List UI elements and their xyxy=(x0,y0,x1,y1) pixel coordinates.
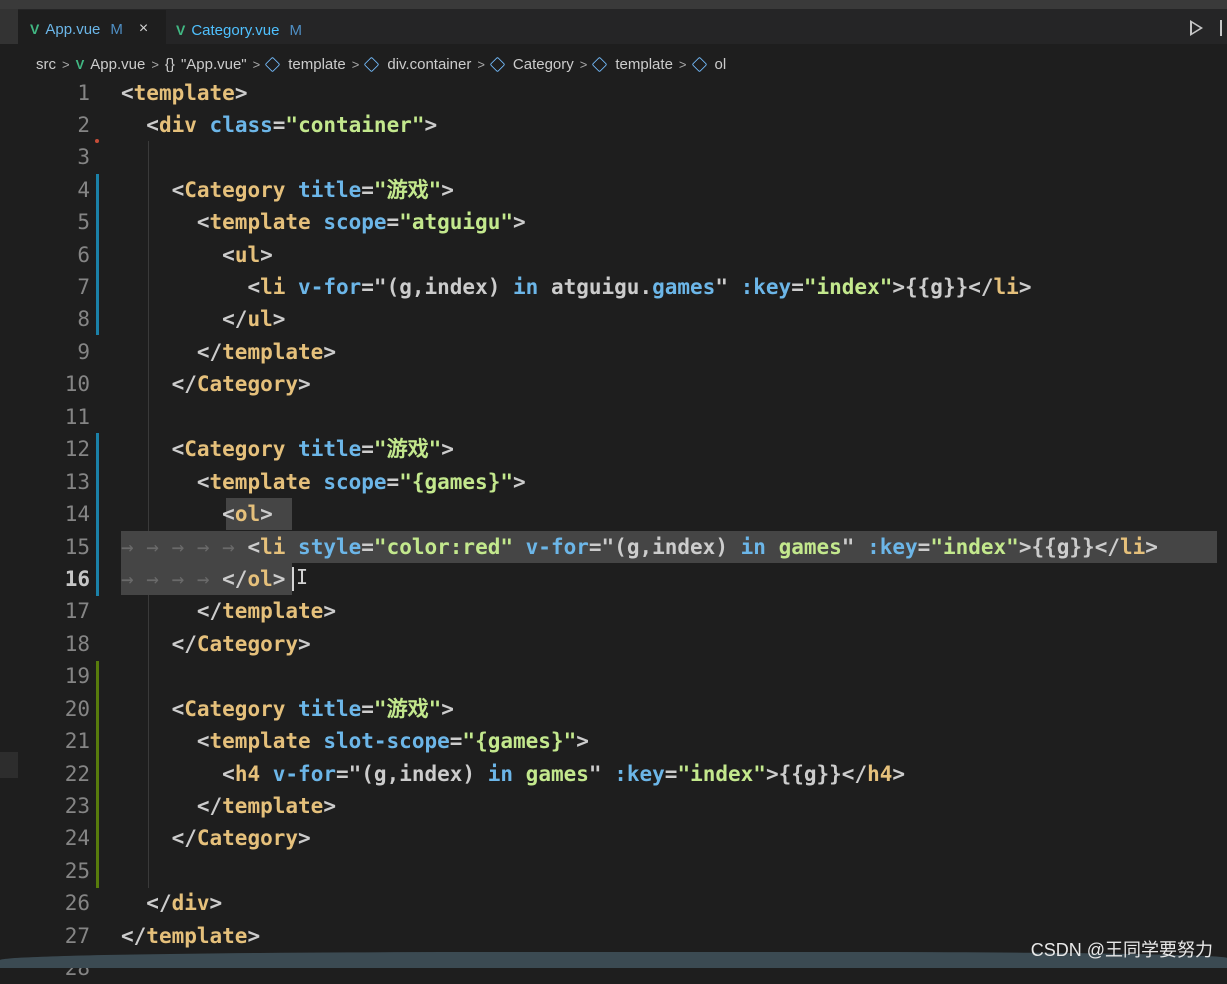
line-number: 20 xyxy=(64,697,90,721)
breadcrumb-item[interactable]: template xyxy=(615,56,673,73)
code-line: 9 </template> xyxy=(0,336,1227,368)
code-line: 21 <template slot-scope="{games}"> xyxy=(0,725,1227,757)
ibeam-cursor-icon: I xyxy=(296,565,309,589)
line-number: 11 xyxy=(64,405,90,429)
chevron-right-icon: > xyxy=(62,56,70,72)
element-icon xyxy=(264,56,281,72)
code-line: 12 <Category title="游戏"> xyxy=(0,433,1227,465)
line-number: 17 xyxy=(64,599,90,623)
line-number: 12 xyxy=(64,437,90,461)
line-number: 7 xyxy=(77,275,90,299)
line-number: 14 xyxy=(64,502,90,526)
code-line: 8 </ul> xyxy=(0,303,1227,335)
chevron-right-icon: > xyxy=(252,56,261,72)
activity-bar-edge xyxy=(0,752,18,778)
line-number: 5 xyxy=(77,210,90,234)
element-icon xyxy=(691,56,707,72)
line-number: 19 xyxy=(64,664,90,688)
tab-bar: V App.vue M × V Category.vue M xyxy=(0,0,1227,48)
chevron-right-icon: > xyxy=(477,56,485,72)
code-line: 18 </Category> xyxy=(0,628,1227,660)
activity-edge xyxy=(0,9,18,44)
code-line: 26 </div> xyxy=(0,887,1227,919)
line-number: 18 xyxy=(64,632,90,656)
run-icon[interactable] xyxy=(1190,20,1203,36)
tab-category-vue[interactable]: V Category.vue M xyxy=(170,12,302,48)
line-number: 27 xyxy=(64,924,90,948)
braces-icon: {} xyxy=(164,55,175,73)
code-line: 4 <Category title="游戏"> xyxy=(0,174,1227,206)
vue-file-icon: V xyxy=(176,22,186,38)
element-icon xyxy=(364,56,380,72)
breadcrumb-app[interactable]: "App.vue" xyxy=(181,56,247,73)
code-line: 6 <ul> xyxy=(0,239,1227,271)
line-number: 25 xyxy=(64,859,90,883)
breadcrumb-item[interactable]: template xyxy=(288,56,346,73)
close-icon[interactable]: × xyxy=(139,20,148,38)
tab-label: App.vue xyxy=(45,20,101,38)
code-line: 1 <template> xyxy=(0,77,1227,109)
tab-app-vue[interactable]: V App.vue M × xyxy=(18,10,166,48)
code-line: 15 → → → → → <li style="color:red" v-for=… xyxy=(0,531,1227,563)
element-icon xyxy=(489,56,506,72)
chevron-right-icon: > xyxy=(678,56,687,72)
code-line: 7 <li v-for="(g,index) in atguigu.games"… xyxy=(0,271,1227,303)
code-line: 25 xyxy=(0,855,1227,887)
code-line: 17 </template> xyxy=(0,595,1227,627)
line-number: 15 xyxy=(64,535,90,559)
breadcrumb-item[interactable]: Category xyxy=(513,56,574,73)
code-line: 11 xyxy=(0,401,1227,433)
line-number: 26 xyxy=(64,891,90,915)
tab-label: Category.vue xyxy=(191,21,280,39)
line-number: 13 xyxy=(64,470,90,494)
chevron-right-icon: > xyxy=(579,56,588,72)
line-number: 9 xyxy=(77,340,90,364)
breadcrumb-file[interactable]: App.vue xyxy=(90,56,145,73)
line-number: 4 xyxy=(77,178,90,202)
code-line: 14 <ol> xyxy=(0,498,1227,530)
line-number: 8 xyxy=(77,307,90,331)
line-number: 1 xyxy=(77,81,90,105)
code-line: 5 <template scope="atguigu"> xyxy=(0,206,1227,238)
code-line: 24 </Category> xyxy=(0,822,1227,854)
line-number: 10 xyxy=(64,372,90,396)
code-editor[interactable]: 1 <template> 2 <div class="container"> 3 … xyxy=(0,77,1227,980)
vue-file-icon: V xyxy=(30,21,40,37)
title-strip xyxy=(0,0,1227,9)
vue-file-icon: V xyxy=(75,56,85,72)
text-cursor xyxy=(292,567,294,591)
breadcrumb-item[interactable]: div.container xyxy=(387,56,471,73)
line-number: 24 xyxy=(64,826,90,850)
watermark: CSDN @王同学要努力 xyxy=(1030,940,1213,960)
breadcrumb-src[interactable]: src xyxy=(36,56,56,73)
line-number: 2 xyxy=(77,113,90,137)
line-number: 6 xyxy=(77,243,90,267)
code-line: 23 </template> xyxy=(0,790,1227,822)
code-line: 3 xyxy=(0,141,1227,173)
modified-indicator: M xyxy=(289,21,302,39)
code-line: 22 <h4 v-for="(g,index) in games" :key="… xyxy=(0,758,1227,790)
line-number: 23 xyxy=(64,794,90,818)
chevron-right-icon: > xyxy=(351,56,360,72)
modified-indicator: M xyxy=(110,20,123,38)
breadcrumb-item[interactable]: ol xyxy=(715,56,727,73)
split-editor-icon[interactable] xyxy=(1220,20,1227,36)
code-line: 10 </Category> xyxy=(0,368,1227,400)
line-number: 16 xyxy=(64,567,90,591)
element-icon xyxy=(592,56,608,72)
chevron-right-icon: > xyxy=(151,56,159,72)
code-line: 16 → → → → </ol> xyxy=(0,563,1227,595)
line-number: 3 xyxy=(77,145,90,169)
code-line: 20 <Category title="游戏"> xyxy=(0,693,1227,725)
code-line: 13 <template scope="{games}"> xyxy=(0,466,1227,498)
code-line: 2 <div class="container"> xyxy=(0,109,1227,141)
code-line: 19 xyxy=(0,660,1227,692)
breadcrumb: src > V App.vue > {} "App.vue" > templat… xyxy=(36,52,726,76)
